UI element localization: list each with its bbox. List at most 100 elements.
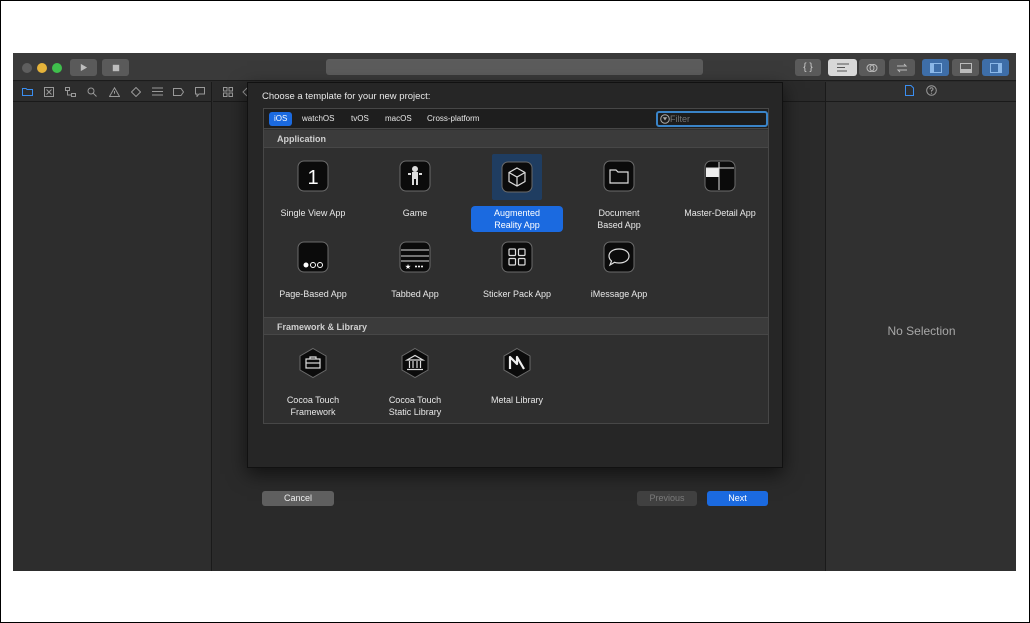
template-label: Cocoa Touch Static Library — [388, 395, 442, 417]
help-circle-icon — [926, 84, 937, 96]
ar-cube-icon — [501, 161, 533, 193]
hierarchy-icon — [65, 86, 77, 97]
inspector-area: No Selection — [825, 82, 1016, 571]
filter-input[interactable] — [670, 114, 755, 124]
issue-navigator-tab[interactable] — [103, 82, 125, 102]
template-single-view-app[interactable]: 1 Single View App — [267, 158, 359, 234]
standard-editor-button[interactable] — [828, 59, 857, 76]
cancel-button[interactable]: Cancel — [262, 491, 334, 506]
quick-help-inspector-tab[interactable] — [926, 83, 937, 101]
warning-icon — [108, 86, 120, 97]
file-inspector-tab[interactable] — [905, 83, 914, 101]
template-cocoa-touch-framework[interactable]: Cocoa Touch Framework — [267, 345, 359, 421]
master-detail-icon — [704, 160, 736, 192]
gauge-lines-icon — [151, 87, 163, 96]
filter-icon — [660, 114, 670, 124]
tab-watchos[interactable]: watchOS — [297, 112, 339, 126]
symbol-navigator-tab[interactable] — [60, 82, 82, 102]
search-icon — [87, 87, 98, 97]
template-label: Master-Detail App — [684, 208, 756, 218]
section-header-framework: Framework & Library — [264, 317, 768, 335]
speech-bubble-icon — [603, 241, 635, 273]
diamond-icon — [130, 86, 141, 97]
speech-bubble-icon — [195, 86, 206, 97]
template-label: Tabbed App — [391, 289, 439, 299]
folder-icon — [22, 88, 34, 96]
tab-tvos[interactable]: tvOS — [346, 112, 374, 126]
template-label: Augmented Reality App — [471, 206, 563, 232]
grid-icon — [223, 86, 233, 97]
template-label: Page-Based App — [279, 289, 347, 299]
assistant-editor-button[interactable] — [859, 59, 885, 76]
sheet-title: Choose a template for your new project: — [262, 91, 431, 102]
debug-navigator-tab[interactable] — [146, 82, 168, 102]
next-button[interactable]: Next — [707, 491, 768, 506]
template-tabbed-app[interactable]: ★ Tabbed App — [369, 239, 461, 315]
section-header-application: Application — [264, 130, 768, 148]
toggle-navigator-button[interactable] — [922, 59, 949, 76]
game-icon — [399, 160, 431, 192]
filter-field[interactable] — [656, 111, 768, 127]
template-metal-library[interactable]: Metal Library — [471, 345, 563, 421]
template-imessage-app[interactable]: iMessage App — [573, 239, 665, 315]
breakpoint-navigator-tab[interactable] — [168, 82, 190, 102]
tab-ios[interactable]: iOS — [269, 112, 293, 126]
project-navigator-tab[interactable] — [17, 82, 39, 102]
template-page-based-app[interactable]: Page-Based App — [267, 239, 359, 315]
template-label: iMessage App — [590, 289, 648, 299]
report-navigator-tab[interactable] — [190, 82, 212, 102]
template-panel: iOS watchOS tvOS macOS Cross-platform Ap… — [263, 108, 769, 424]
template-cocoa-touch-static-library[interactable]: Cocoa Touch Static Library — [369, 345, 461, 421]
page-dots-icon — [297, 241, 329, 273]
test-navigator-tab[interactable] — [125, 82, 147, 102]
text-lines-icon — [836, 63, 849, 72]
zoom-window-button[interactable] — [52, 63, 62, 73]
tab-bar-icon: ★ — [399, 241, 431, 273]
stop-icon — [112, 64, 119, 71]
template-label: Metal Library — [490, 395, 544, 405]
template-label: Game — [402, 208, 428, 218]
template-game[interactable]: Game — [369, 158, 461, 234]
platform-tab-bar: iOS watchOS tvOS macOS Cross-platform — [264, 109, 768, 129]
template-label: Single View App — [280, 208, 346, 218]
navigator-selector-bar — [13, 82, 211, 102]
template-document-based-app[interactable]: Document Based App — [573, 158, 665, 234]
right-panel-icon — [989, 62, 1002, 73]
run-button[interactable] — [70, 59, 97, 76]
svg-text:★: ★ — [405, 263, 411, 271]
template-label: Cocoa Touch Framework — [286, 395, 340, 417]
template-master-detail-app[interactable]: Master-Detail App — [674, 158, 766, 234]
find-navigator-tab[interactable] — [82, 82, 104, 102]
related-items-button[interactable] — [217, 82, 239, 102]
stop-button[interactable] — [102, 59, 129, 76]
play-icon — [80, 63, 88, 72]
activity-viewer — [326, 59, 703, 75]
library-button[interactable]: { } — [795, 59, 821, 76]
venn-circles-icon — [866, 63, 878, 72]
minimize-window-button[interactable] — [37, 63, 47, 73]
xcode-window: { } No Selection Choose a template for y… — [13, 53, 1016, 571]
template-sticker-pack-app[interactable]: Sticker Pack App — [471, 239, 563, 315]
x-box-icon — [44, 86, 55, 97]
sticker-grid-icon — [501, 241, 533, 273]
braces-icon: { } — [803, 62, 813, 73]
version-editor-button[interactable] — [889, 59, 915, 76]
template-augmented-reality-app[interactable]: Augmented Reality App — [471, 154, 563, 234]
source-control-navigator-tab[interactable] — [39, 82, 61, 102]
previous-button[interactable]: Previous — [637, 491, 697, 506]
template-chooser-sheet: Choose a template for your new project: … — [247, 82, 783, 506]
navigator-area — [13, 82, 212, 571]
left-panel-icon — [929, 62, 942, 73]
window-toolbar: { } — [13, 53, 1016, 81]
document-icon — [905, 84, 914, 96]
template-label: Document Based App — [597, 208, 641, 230]
breakpoint-icon — [173, 87, 185, 96]
inspector-selector-bar — [826, 82, 1016, 102]
tab-cross-platform[interactable]: Cross-platform — [422, 112, 484, 126]
close-window-button[interactable] — [22, 63, 32, 73]
bottom-panel-icon — [959, 62, 972, 73]
library-building-icon — [401, 347, 429, 379]
tab-macos[interactable]: macOS — [380, 112, 417, 126]
toggle-debug-area-button[interactable] — [952, 59, 979, 76]
toggle-inspector-button[interactable] — [982, 59, 1009, 76]
